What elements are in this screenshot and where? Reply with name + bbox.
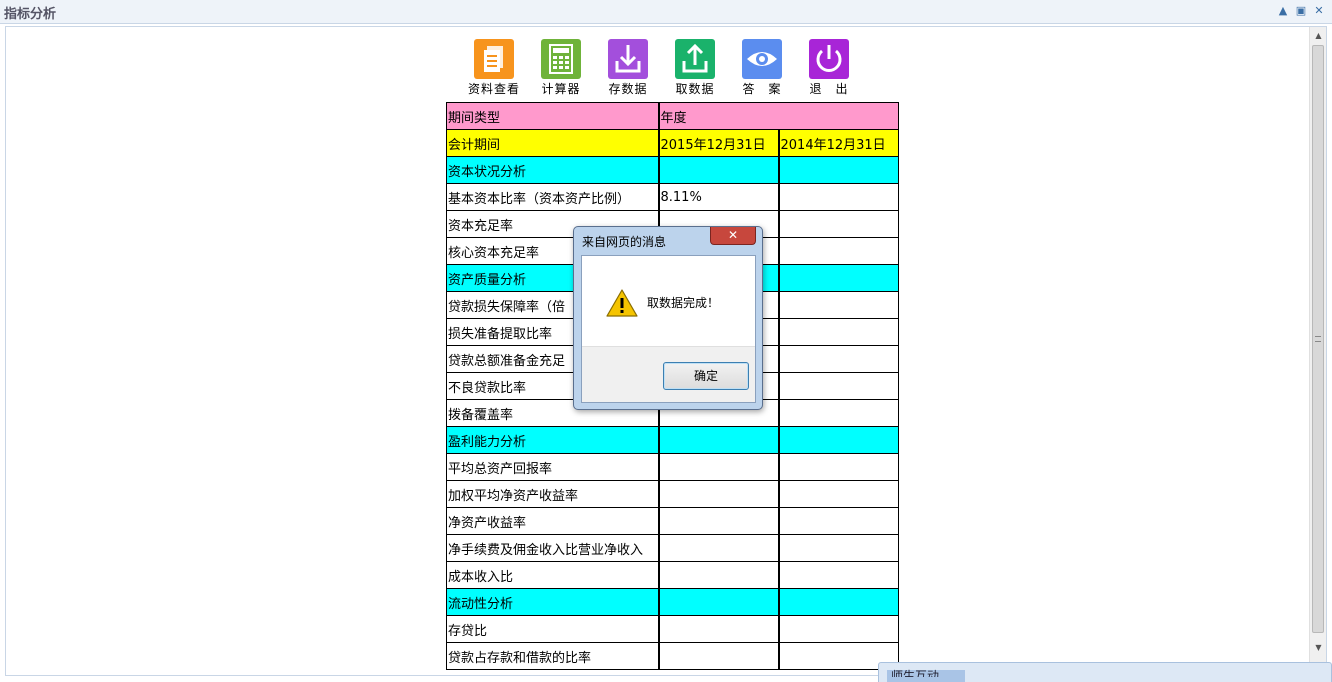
toolbar: 资料查看 计算器 存数据 取数据 答 案 退 出 xyxy=(466,39,866,99)
value-2014[interactable] xyxy=(778,291,899,319)
value-2015 xyxy=(658,588,780,616)
section-row: 流动性分析 xyxy=(446,588,899,616)
tool-label: 存数据 xyxy=(608,82,648,96)
vertical-scrollbar[interactable]: ▲ ▼ xyxy=(1309,27,1326,675)
table-row: 加权平均净资产收益率 xyxy=(446,480,899,508)
value-2014[interactable] xyxy=(778,318,899,346)
section-row: 资本状况分析 xyxy=(446,156,899,184)
value-2014[interactable] xyxy=(778,480,899,508)
scroll-down-icon[interactable]: ▼ xyxy=(1310,639,1326,656)
value-2015[interactable] xyxy=(658,480,780,508)
section-row: 盈利能力分析 xyxy=(446,426,899,454)
accounting-period-row: 会计期间 2015年12月31日 2014年12月31日 xyxy=(446,129,899,157)
period-type-row: 期间类型 年度 xyxy=(446,102,899,130)
save-data-button[interactable]: 存数据 xyxy=(600,39,656,97)
indicator-label: 净手续费及佣金收入比营业净收入 xyxy=(446,534,660,562)
collapse-icon[interactable]: ▲ xyxy=(1276,4,1290,18)
value-2014[interactable] xyxy=(778,183,899,211)
tool-label: 退 出 xyxy=(809,82,849,96)
value-2015[interactable]: 8.11% xyxy=(658,183,780,211)
value-2014 xyxy=(778,156,899,184)
indicator-label: 平均总资产回报率 xyxy=(446,453,660,481)
value-2015[interactable] xyxy=(658,615,780,643)
value-2015[interactable] xyxy=(658,561,780,589)
value-2014[interactable] xyxy=(778,372,899,400)
period-type-label: 期间类型 xyxy=(446,102,660,130)
value-2015 xyxy=(658,426,780,454)
value-2014[interactable] xyxy=(778,345,899,373)
dialog-title: 来自网页的消息 xyxy=(582,235,667,249)
answer-button[interactable]: 答 案 xyxy=(734,39,790,97)
period-2015: 2015年12月31日 xyxy=(658,129,780,157)
calculator-button[interactable]: 计算器 xyxy=(533,39,589,97)
indicator-label: 盈利能力分析 xyxy=(446,426,660,454)
message-dialog: 来自网页的消息 ✕ 取数据完成！ 确定 xyxy=(573,226,763,410)
view-materials-button[interactable]: 资料查看 xyxy=(466,39,522,97)
scroll-up-icon[interactable]: ▲ xyxy=(1310,27,1326,44)
maximize-icon[interactable]: ▣ xyxy=(1294,4,1308,18)
grip-icon xyxy=(1315,336,1321,342)
power-icon xyxy=(809,39,849,79)
calculator-icon xyxy=(541,39,581,79)
indicator-label: 资本状况分析 xyxy=(446,156,660,184)
tool-label: 答 案 xyxy=(742,82,782,96)
value-2015[interactable] xyxy=(658,642,780,670)
period-type-value[interactable]: 年度 xyxy=(658,102,899,130)
indicator-label: 贷款占存款和借款的比率 xyxy=(446,642,660,670)
indicator-label: 成本收入比 xyxy=(446,561,660,589)
table-row: 存贷比 xyxy=(446,615,899,643)
load-data-button[interactable]: 取数据 xyxy=(667,39,723,97)
value-2014[interactable] xyxy=(778,237,899,265)
document-icon xyxy=(474,39,514,79)
value-2014[interactable] xyxy=(778,615,899,643)
value-2014[interactable] xyxy=(778,507,899,535)
value-2015 xyxy=(658,156,780,184)
dialog-close-button[interactable]: ✕ xyxy=(710,227,756,245)
value-2014 xyxy=(778,426,899,454)
table-row: 基本资本比率（资本资产比例） 8.11% xyxy=(446,183,899,211)
dialog-message: 取数据完成！ xyxy=(647,296,720,310)
panel-header: 指标分析 ▲ ▣ ✕ xyxy=(0,0,1332,24)
value-2014 xyxy=(778,588,899,616)
value-2015[interactable] xyxy=(658,453,780,481)
value-2014[interactable] xyxy=(778,399,899,427)
tool-label: 资料查看 xyxy=(467,82,520,96)
tool-label: 计算器 xyxy=(541,82,581,96)
chat-title: 师生互动 xyxy=(891,669,940,677)
chat-tab[interactable]: 师生互动 xyxy=(878,662,1332,682)
indicator-label: 加权平均净资产收益率 xyxy=(446,480,660,508)
indicator-label: 基本资本比率（资本资产比例） xyxy=(446,183,660,211)
panel-title: 指标分析 xyxy=(4,7,57,22)
tool-label: 取数据 xyxy=(675,82,715,96)
period-2014: 2014年12月31日 xyxy=(778,129,899,157)
eye-icon xyxy=(742,39,782,79)
table-row: 平均总资产回报率 xyxy=(446,453,899,481)
value-2014[interactable] xyxy=(778,453,899,481)
scrollbar-thumb[interactable] xyxy=(1312,45,1324,633)
table-row: 净手续费及佣金收入比营业净收入 xyxy=(446,534,899,562)
value-2014[interactable] xyxy=(778,210,899,238)
save-download-icon xyxy=(608,39,648,79)
table-row: 成本收入比 xyxy=(446,561,899,589)
value-2015[interactable] xyxy=(658,507,780,535)
indicator-label: 净资产收益率 xyxy=(446,507,660,535)
indicator-label: 流动性分析 xyxy=(446,588,660,616)
exit-button[interactable]: 退 出 xyxy=(801,39,857,97)
table-row: 净资产收益率 xyxy=(446,507,899,535)
close-icon[interactable]: ✕ xyxy=(1312,4,1326,18)
ok-button[interactable]: 确定 xyxy=(663,362,749,390)
load-upload-icon xyxy=(675,39,715,79)
value-2015[interactable] xyxy=(658,534,780,562)
value-2014[interactable] xyxy=(778,561,899,589)
value-2014[interactable] xyxy=(778,534,899,562)
accounting-period-label: 会计期间 xyxy=(446,129,660,157)
indicator-label: 存贷比 xyxy=(446,615,660,643)
warning-icon xyxy=(606,289,638,317)
table-row: 贷款占存款和借款的比率 xyxy=(446,642,899,670)
dialog-client: 取数据完成！ 确定 xyxy=(581,255,756,403)
value-2014 xyxy=(778,264,899,292)
